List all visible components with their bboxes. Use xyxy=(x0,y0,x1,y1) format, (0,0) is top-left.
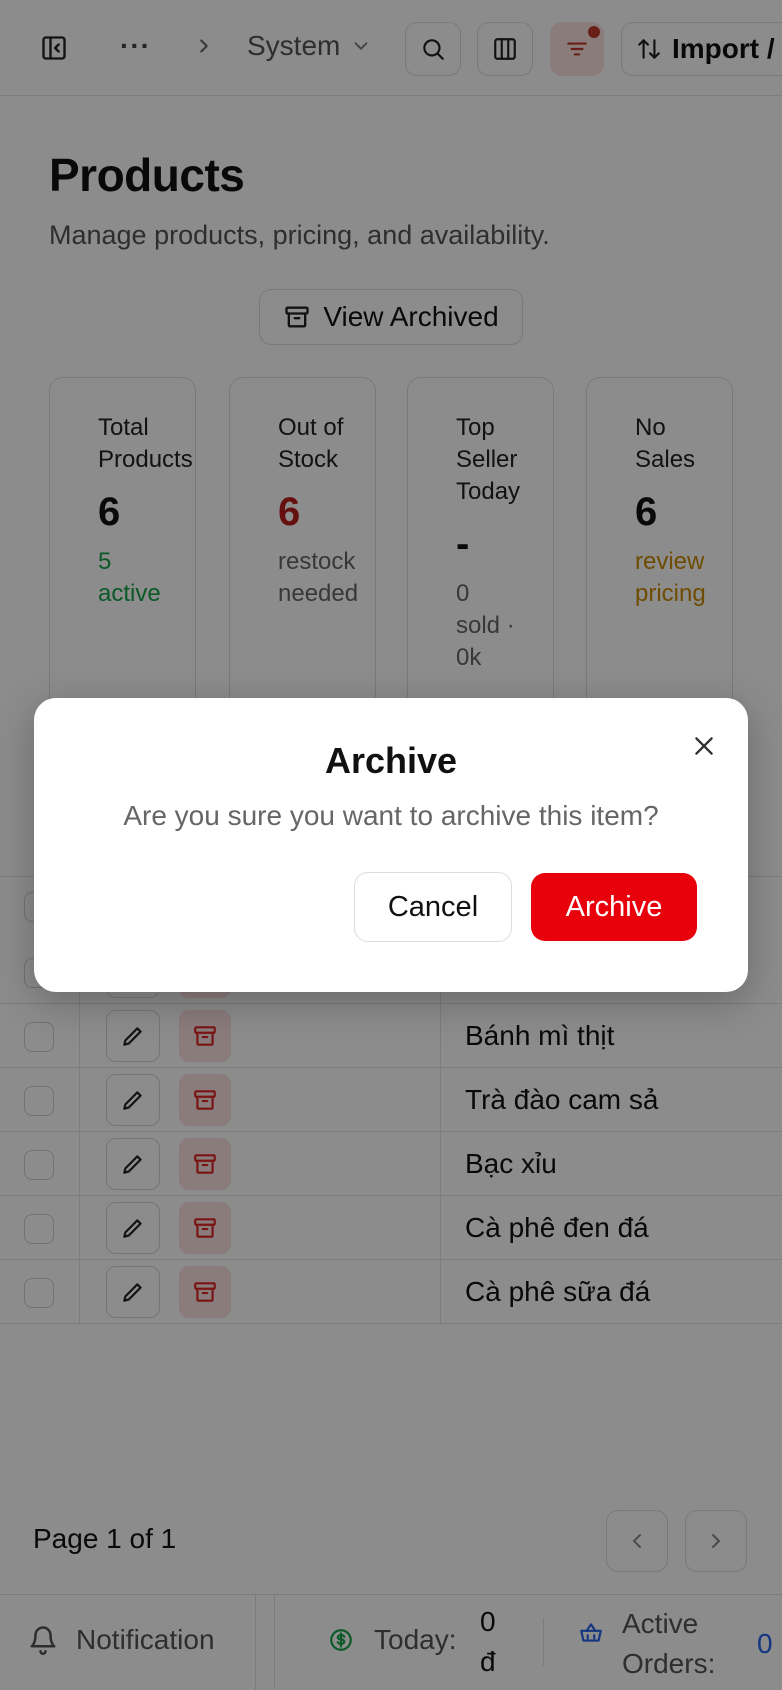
archive-dialog: Archive Are you sure you want to archive… xyxy=(34,698,748,992)
dialog-message: Are you sure you want to archive this it… xyxy=(123,800,659,831)
confirm-archive-button[interactable]: Archive xyxy=(531,873,697,941)
products-page: ··· System Import / Products Manage prod… xyxy=(0,0,782,1690)
cancel-button[interactable]: Cancel xyxy=(354,872,512,942)
dialog-title: Archive xyxy=(324,740,458,781)
